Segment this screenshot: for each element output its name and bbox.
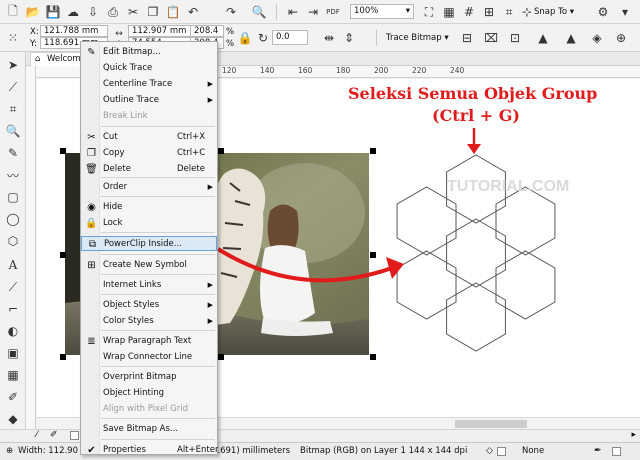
menu-item-powerclip-inside[interactable]: ⧉ PowerClip Inside... <box>81 236 217 251</box>
menu-item-properties[interactable]: ✔ Properties Alt+Enter <box>81 443 219 458</box>
submenu-arrow-icon: ▶ <box>207 281 213 289</box>
down-arrow-head <box>467 144 481 154</box>
menu-item-shortcut: Ctrl+X <box>177 132 206 142</box>
menu-item-create-new-symbol[interactable]: ⊞ Create New Symbol <box>81 258 217 273</box>
menu-item-copy[interactable]: ❐ Copy Ctrl+C <box>81 146 217 161</box>
menu-item-shortcut: Delete <box>177 164 205 174</box>
wrap-icon: ≣ <box>87 336 96 347</box>
menu-item-label: Object Hinting <box>103 388 165 398</box>
fill-swatch[interactable] <box>497 447 506 456</box>
menu-item-cut[interactable]: ✂ Cut Ctrl+X <box>81 130 217 145</box>
menu-item-internet-links[interactable]: Internet Links ▶ <box>81 278 217 293</box>
menu-item-centerline-trace[interactable]: Centerline Trace ▶ <box>81 77 217 92</box>
menu-item-label: Internet Links <box>103 280 162 290</box>
outline-pen-icon[interactable]: ✒ <box>594 446 602 456</box>
menu-item-label: Create New Symbol <box>103 260 187 270</box>
menu-item-label: Edit Bitmap... <box>103 47 161 57</box>
copy-icon: ❐ <box>87 148 96 159</box>
submenu-arrow-icon: ▶ <box>207 96 213 104</box>
menu-item-label: Color Styles <box>103 316 154 326</box>
menu-item-label: Centerline Trace <box>103 79 173 89</box>
menu-item-label: Save Bitmap As... <box>103 424 179 434</box>
menu-item-save-bitmap-as[interactable]: Save Bitmap As... <box>81 422 217 437</box>
submenu-arrow-icon: ▶ <box>207 183 213 191</box>
menu-separator <box>101 439 215 440</box>
menu-item-quick-trace[interactable]: Quick Trace <box>81 61 217 76</box>
menu-separator <box>101 126 215 127</box>
eyedropper-icon[interactable]: ✐ <box>50 430 58 440</box>
menu-item-label: Properties <box>103 445 146 455</box>
menu-separator <box>101 196 215 197</box>
menu-item-hide[interactable]: ◉ Hide <box>81 200 217 215</box>
menu-item-label: Object Styles <box>103 300 160 310</box>
menu-item-label: Align with Pixel Grid <box>103 404 188 414</box>
menu-item-label: Copy <box>103 148 125 158</box>
outline-swatch[interactable] <box>612 447 621 456</box>
menu-item-wrap-paragraph-text[interactable]: ≣ Wrap Paragraph Text <box>81 334 217 349</box>
submenu-arrow-icon: ▶ <box>207 80 213 88</box>
menu-item-lock[interactable]: 🔒 Lock <box>81 216 217 231</box>
symbol-icon: ⊞ <box>87 260 96 271</box>
menu-item-shortcut: Alt+Enter <box>177 445 219 455</box>
menu-separator <box>101 366 215 367</box>
menu-item-outline-trace[interactable]: Outline Trace ▶ <box>81 93 217 108</box>
submenu-arrow-icon: ▶ <box>207 317 213 325</box>
menu-item-edit-bitmap[interactable]: ✎ Edit Bitmap... <box>81 45 217 60</box>
menu-separator <box>101 232 215 233</box>
delete-icon: 🗑 <box>85 164 98 175</box>
status-object-info: Bitmap (RGB) on Layer 1 144 x 144 dpi <box>300 446 468 456</box>
menu-separator <box>101 418 215 419</box>
check-icon: ✔ <box>87 445 96 456</box>
menu-item-order[interactable]: Order ▶ <box>81 180 217 195</box>
menu-item-label: Hide <box>103 202 123 212</box>
menu-separator <box>101 294 215 295</box>
menu-item-label: Break Link <box>103 111 148 121</box>
coreldraw-window: 🗋 📂 💾 ☁ ⇩ ⎙ ✂ ❐ 📋 ↶ ↷ 🔍 ⇤ ⇥ PDF 100% ▾ ⛶ … <box>0 0 640 460</box>
menu-item-label: Wrap Connector Line <box>103 352 193 362</box>
menu-item-label: PowerClip Inside... <box>104 239 182 249</box>
no-color-swatch[interactable] <box>70 431 79 440</box>
menu-item-overprint-bitmap[interactable]: Overprint Bitmap <box>81 370 217 385</box>
status-width: Width: 112.90 <box>18 446 79 456</box>
curved-arrow <box>216 247 393 283</box>
cut-icon: ✂ <box>87 132 96 143</box>
context-menu: ✎ Edit Bitmap... Quick Trace Centerline Tra… <box>80 41 219 458</box>
menu-separator <box>101 274 215 275</box>
menu-item-label: Cut <box>103 132 118 142</box>
menu-item-break-link: Break Link <box>81 109 217 124</box>
menu-item-label: Wrap Paragraph Text <box>103 336 192 346</box>
menu-item-label: Overprint Bitmap <box>103 372 177 382</box>
menu-item-color-styles[interactable]: Color Styles ▶ <box>81 314 217 329</box>
menu-separator <box>101 254 215 255</box>
menu-item-align-with-pixel-grid: Align with Pixel Grid <box>81 402 217 417</box>
menu-item-label: Outline Trace <box>103 95 160 105</box>
menu-item-wrap-connector-line[interactable]: Wrap Connector Line <box>81 350 217 365</box>
menu-item-label: Order <box>103 182 128 192</box>
fill-none-label: None <box>522 446 545 456</box>
hide-icon: ◉ <box>87 202 96 213</box>
menu-item-label: Lock <box>103 218 123 228</box>
scrollbar-thumb[interactable] <box>455 420 527 428</box>
status-coordinates: 8.691) millimeters <box>212 446 291 456</box>
menu-separator <box>101 330 215 331</box>
submenu-arrow-icon: ▶ <box>207 301 213 309</box>
powerclip-icon: ⧉ <box>88 239 97 250</box>
menu-item-label: Delete <box>103 164 131 174</box>
menu-item-object-hinting[interactable]: Object Hinting <box>81 386 217 401</box>
status-object-icon: ⊕ <box>6 446 14 456</box>
scroll-right-icon[interactable]: ▸ <box>631 430 636 440</box>
menu-item-label: Quick Trace <box>103 63 153 73</box>
fill-picker-icon[interactable]: ⁄ <box>36 430 38 440</box>
lock-icon: 🔒 <box>85 218 98 229</box>
edit-bitmap-icon: ✎ <box>87 47 96 58</box>
menu-item-shortcut: Ctrl+C <box>177 148 206 158</box>
fill-icon[interactable]: ◇ <box>486 446 493 456</box>
menu-separator <box>101 177 215 178</box>
menu-item-object-styles[interactable]: Object Styles ▶ <box>81 298 217 313</box>
menu-item-delete[interactable]: 🗑 Delete Delete <box>81 162 217 177</box>
